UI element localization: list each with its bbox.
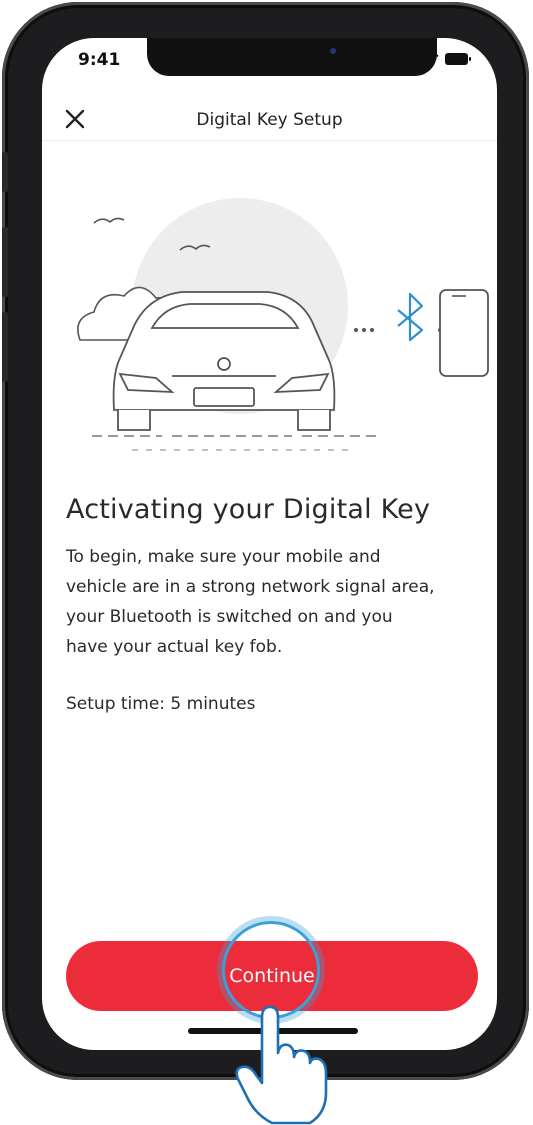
notch — [147, 38, 437, 76]
status-time: 9:41 — [78, 50, 121, 70]
header-title: Digital Key Setup — [196, 110, 343, 130]
instructions-line: have your actual key fob. — [66, 637, 283, 657]
setup-time: Setup time: 5 minutes — [66, 694, 256, 714]
volume-down-button — [2, 312, 8, 382]
mute-switch — [2, 152, 8, 192]
phone-frame: 9:41 Digital Key Setup Activating your D… — [2, 2, 529, 1080]
car-phone-illustration — [77, 198, 489, 451]
bluetooth-icon — [397, 292, 424, 342]
signal-icon — [397, 52, 415, 65]
front-camera — [330, 48, 336, 54]
instructions-line: your Bluetooth is switched on and you — [66, 607, 393, 627]
car-icon — [112, 291, 336, 431]
instructions-line: To begin, make sure your mobile and — [66, 547, 381, 567]
app-header: Digital Key Setup — [42, 100, 497, 141]
pointing-hand-icon — [235, 1005, 328, 1125]
bird-icon — [93, 217, 125, 224]
page-heading: Activating your Digital Key — [66, 494, 431, 525]
status-icons — [397, 52, 471, 65]
phone-outline-icon — [439, 289, 489, 377]
volume-up-button — [2, 227, 8, 297]
wifi-icon — [421, 52, 439, 65]
battery-icon — [445, 52, 471, 65]
instructions-line: vehicle are in a strong network signal a… — [66, 577, 435, 597]
instructions-text: To begin, make sure your mobile and vehi… — [66, 542, 478, 662]
screen: 9:41 Digital Key Setup Activating your D… — [42, 38, 497, 1050]
